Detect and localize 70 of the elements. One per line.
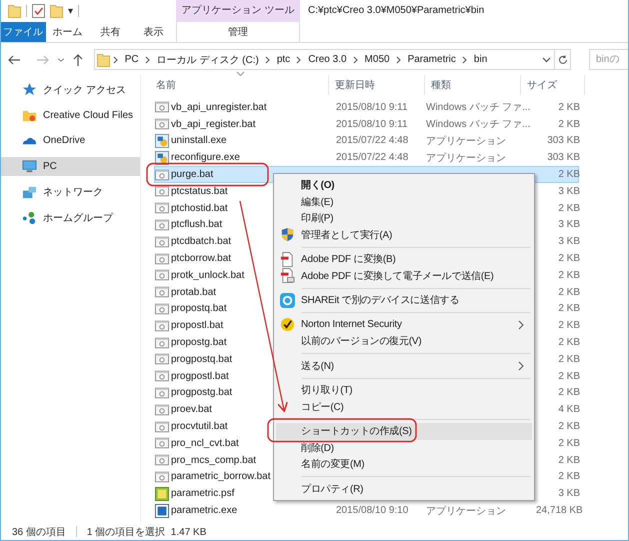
file-name: procvtutil.bat: [171, 421, 228, 432]
file-size: 2 KB: [557, 320, 580, 332]
file-name: propostl.bat: [171, 320, 224, 332]
file-size: 2 KB: [557, 303, 580, 314]
file-type: Windows バッチ ファ...: [426, 119, 530, 130]
file-size: 303 KB: [546, 152, 580, 164]
modified-date: 2015/08/10 9:11: [336, 102, 408, 113]
item-count: 36 個の項目: [12, 526, 66, 538]
file-size: 3 KB: [557, 219, 580, 230]
file-name: protk_unlock.bat: [171, 270, 244, 281]
file-size: 303 KB: [546, 135, 580, 146]
file-type: アプリケーション: [426, 506, 506, 517]
modified-date: 2015/08/10 9:11: [336, 118, 408, 130]
window-title: C:¥ptc¥Creo 3.0¥M050¥Parametric¥bin: [308, 4, 484, 18]
file-name: parametric.exe: [171, 505, 238, 516]
modified-date: 2015/07/22 4:48: [336, 152, 408, 164]
file-name: ptcstatus.bat: [171, 186, 228, 197]
nav-label: ネットワーク: [43, 186, 103, 200]
nav-label: PC: [43, 161, 57, 172]
file-name: uninstall.exe: [171, 135, 227, 146]
file-name: progpostl.bat: [171, 370, 229, 382]
file-size: 2 KB: [557, 102, 580, 113]
file-name: vb_api_register.bat: [171, 118, 256, 130]
modified-date: 2015/08/10 9:10: [336, 505, 408, 516]
file-name: pro_ncl_cvt.bat: [171, 438, 239, 449]
nav-label: OneDrive: [43, 135, 86, 146]
file-name: propostg.bat: [171, 337, 227, 348]
modified-date: 2015/07/22 4:48: [336, 135, 408, 146]
file-size: 2 KB: [557, 370, 580, 382]
file-size: 3 KB: [557, 488, 580, 500]
file-name: parametric.psf: [171, 488, 234, 500]
file-size: 2 KB: [557, 270, 580, 281]
file-type: アプリケーション: [426, 136, 506, 147]
file-size: 2 KB: [557, 118, 580, 130]
file-size: 2 KB: [557, 421, 580, 432]
file-size: 2 KB: [557, 253, 580, 264]
file-size: 2 KB: [557, 454, 580, 466]
file-size: 24,718 KB: [536, 505, 580, 516]
file-name: purge.bat: [171, 169, 214, 180]
file-name: progpostq.bat: [171, 354, 232, 365]
nav-label: Creative Cloud Files: [43, 110, 134, 121]
file-size: 2 KB: [557, 169, 580, 180]
file-type: アプリケーション: [426, 152, 506, 164]
file-size: 2 KB: [557, 202, 580, 214]
nav-label: クイック アクセス: [43, 84, 126, 97]
file-size: 2 KB: [557, 471, 580, 482]
file-name: propostq.bat: [171, 303, 227, 314]
nav-label: ホームグループ: [43, 212, 113, 225]
file-type: Windows バッチ ファ...: [426, 102, 530, 114]
file-size: 3 KB: [557, 236, 580, 248]
file-size: 2 KB: [557, 387, 580, 398]
file-size: 3 KB: [557, 186, 580, 197]
file-name: reconfigure.exe: [171, 152, 240, 164]
file-name: proev.bat: [171, 404, 212, 416]
file-name: ptcdbatch.bat: [171, 236, 232, 248]
file-size: 2 KB: [557, 337, 580, 348]
file-name: ptcborrow.bat: [171, 253, 232, 264]
file-name: parametric_borrow.bat: [171, 471, 270, 482]
file-name: pro_mcs_comp.bat: [171, 454, 256, 466]
file-name: progpostg.bat: [171, 387, 232, 398]
selection-info: 1 個の項目を選択 1.47 KB: [86, 526, 206, 538]
context-tab-label: アプリケーション ツール: [182, 4, 294, 18]
file-name: vb_api_unregister.bat: [171, 102, 267, 113]
file-size: 2 KB: [557, 354, 580, 365]
file-size: 2 KB: [557, 286, 580, 298]
file-size: 2 KB: [557, 438, 580, 449]
file-name: protab.bat: [171, 286, 216, 298]
file-size: 4 KB: [557, 404, 580, 416]
file-name: ptchostid.bat: [171, 202, 228, 214]
file-name: ptcflush.bat: [171, 219, 222, 230]
